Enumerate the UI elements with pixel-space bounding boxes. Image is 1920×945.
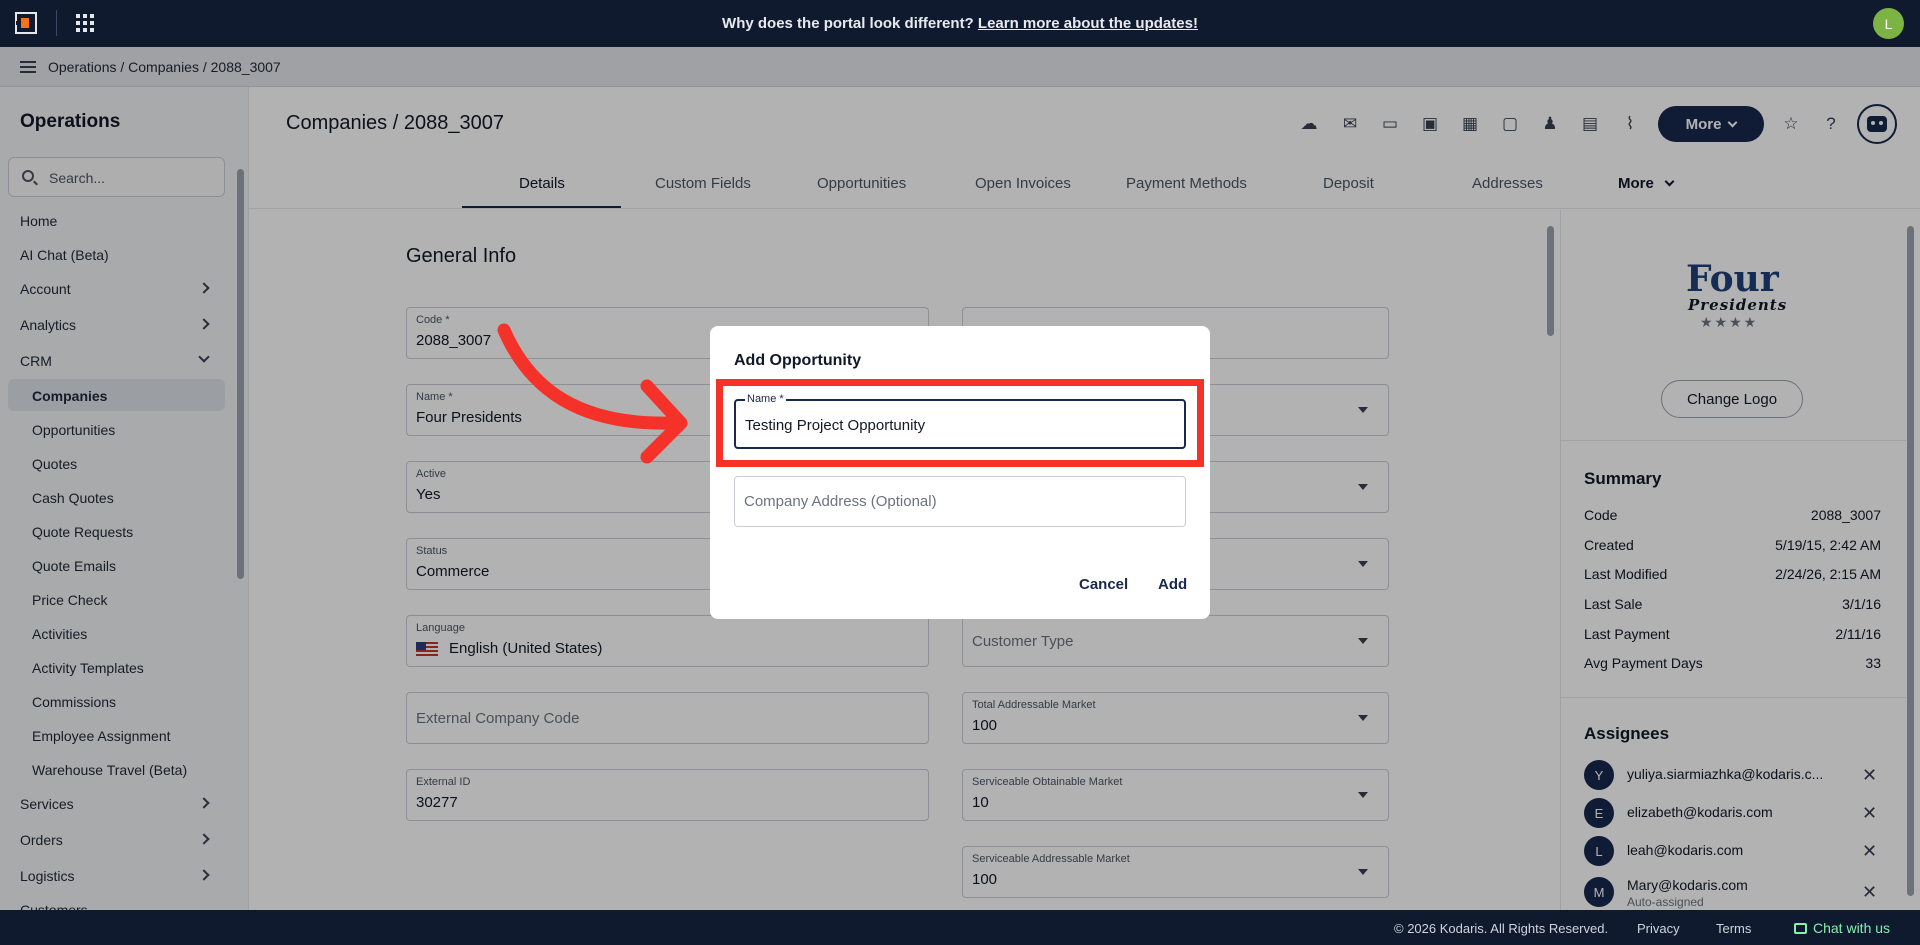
opportunity-name-field[interactable]: Name * <box>734 393 1186 449</box>
chat-with-us-link[interactable]: Chat with us <box>1794 920 1890 936</box>
dialog-title: Add Opportunity <box>734 352 862 369</box>
privacy-link[interactable]: Privacy <box>1637 921 1680 936</box>
field-label: Name * <box>745 393 786 405</box>
company-address-input[interactable] <box>744 493 1164 510</box>
banner-text: Why does the portal look different? <box>722 15 974 32</box>
terms-link[interactable]: Terms <box>1716 921 1751 936</box>
opportunity-name-input[interactable] <box>745 417 1165 434</box>
banner-link[interactable]: Learn more about the updates! <box>978 15 1198 32</box>
top-bar: Why does the portal look different? Lear… <box>0 0 1920 47</box>
chat-icon <box>1794 923 1807 934</box>
user-avatar[interactable]: L <box>1873 8 1904 39</box>
update-banner: Why does the portal look different? Lear… <box>0 15 1920 32</box>
add-opportunity-dialog: Add Opportunity Name * Cancel Add <box>710 326 1210 619</box>
footer: © 2026 Kodaris. All Rights Reserved. Pri… <box>0 910 1920 945</box>
company-address-field[interactable] <box>734 476 1186 527</box>
copyright-text: © 2026 Kodaris. All Rights Reserved. <box>1394 921 1609 936</box>
add-button[interactable]: Add <box>1158 576 1187 593</box>
cancel-button[interactable]: Cancel <box>1079 576 1128 593</box>
